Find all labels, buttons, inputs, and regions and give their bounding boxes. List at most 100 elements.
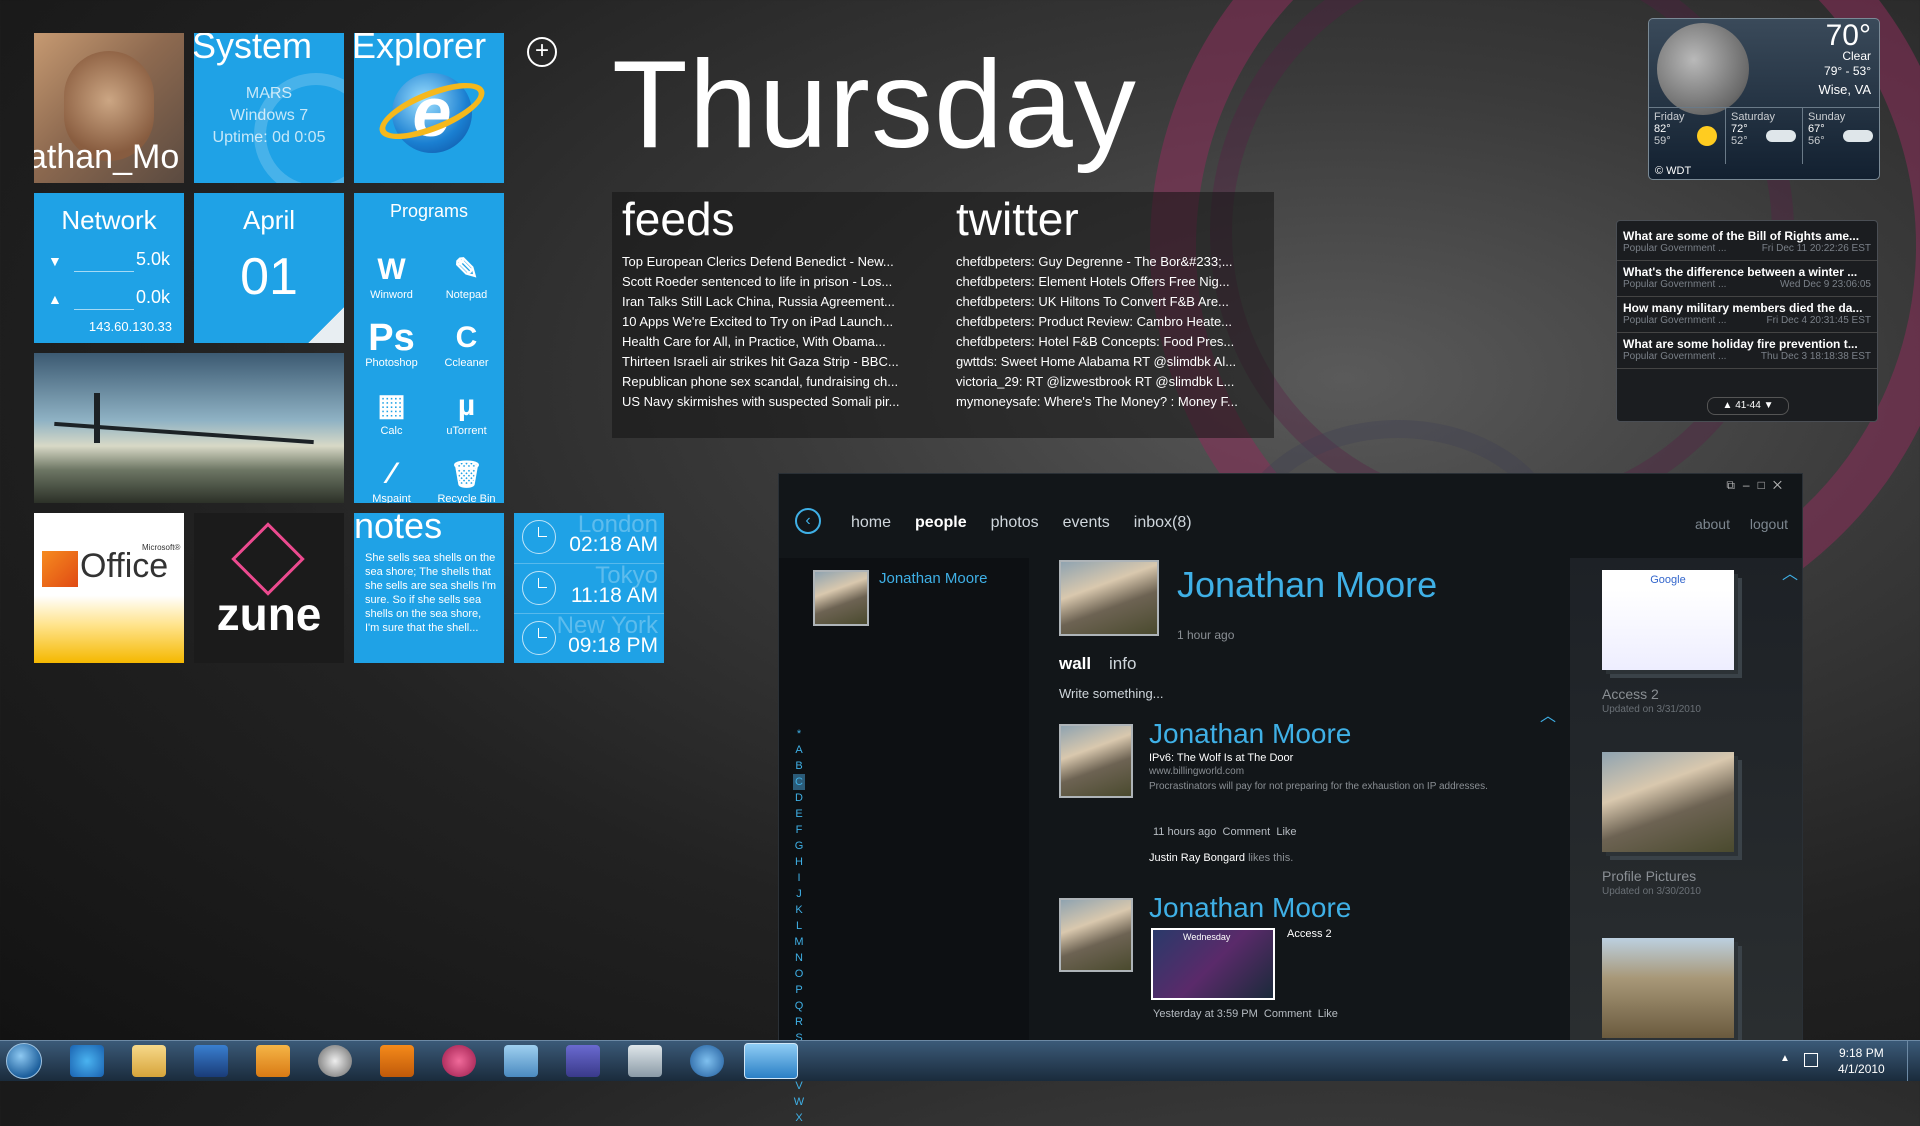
post-attachment-thumb[interactable]: Wednesday xyxy=(1151,928,1275,1000)
album-thumb[interactable] xyxy=(1602,938,1734,1038)
wallpaper-bridge-tile[interactable] xyxy=(34,353,344,503)
start-button[interactable] xyxy=(6,1043,42,1079)
tweet-item[interactable]: mymoneysafe: Where's The Money? : Money … xyxy=(956,392,1264,412)
post-meta: Yesterday at 3:59 PM Comment Like xyxy=(1153,1008,1338,1020)
close-icon[interactable]: ✕ xyxy=(1773,478,1790,492)
scroll-up-icon[interactable]: ︿ xyxy=(1782,560,1798,584)
tweet-item[interactable]: victoria_29: RT @lizwestbrook RT @slimdb… xyxy=(956,372,1264,392)
media-player-icon[interactable] xyxy=(380,1045,414,1077)
infinity-app-icon[interactable] xyxy=(566,1045,600,1077)
minimize-icon[interactable]: – xyxy=(1743,478,1758,492)
show-desktop-button[interactable] xyxy=(1907,1041,1920,1081)
about-link[interactable]: about xyxy=(1695,516,1730,532)
program-winword[interactable]: W Winword xyxy=(354,235,429,301)
photo-viewer-icon[interactable] xyxy=(504,1045,538,1077)
tweet-item[interactable]: chefdbpeters: Element Hotels Offers Free… xyxy=(956,272,1264,292)
restore-icon[interactable]: ⧉ xyxy=(1726,478,1743,492)
show-hidden-icons-icon[interactable]: ▲ xyxy=(1780,1053,1790,1064)
tweet-item[interactable]: gwttds: Sweet Home Alabama RT @slimdbk A… xyxy=(956,352,1264,372)
feed-item[interactable]: Scott Roeder sentenced to life in prison… xyxy=(622,272,932,292)
feed-item[interactable]: Top European Clerics Defend Benedict - N… xyxy=(622,252,932,272)
nav-people[interactable]: people xyxy=(915,514,967,532)
maximize-icon[interactable]: □ xyxy=(1758,478,1773,492)
tweet-item[interactable]: chefdbpeters: UK Hiltons To Convert F&B … xyxy=(956,292,1264,312)
tray-clock[interactable]: 9:18 PM 4/1/2010 xyxy=(1838,1045,1885,1077)
network-title: Network xyxy=(61,205,157,235)
rss-item[interactable]: What's the difference between a winter .… xyxy=(1617,261,1877,297)
friend-name[interactable]: Jonathan Moore xyxy=(879,570,987,587)
like-link[interactable]: Like xyxy=(1276,826,1296,838)
profile-avatar xyxy=(1059,560,1159,636)
explorer-title: Explorer xyxy=(354,33,487,66)
outlook-icon[interactable] xyxy=(256,1045,290,1077)
comment-link[interactable]: Comment xyxy=(1223,826,1271,838)
windows-icon[interactable] xyxy=(690,1045,724,1077)
page-curl-icon xyxy=(308,307,344,343)
next-arrow-icon[interactable]: ▼ xyxy=(1764,400,1774,411)
feed-item[interactable]: 10 Apps We're Excited to Try on iPad Lau… xyxy=(622,312,932,332)
world-clock-tile[interactable]: London 02:18 AM Tokyo 11:18 AM New York … xyxy=(514,513,664,663)
album-thumb[interactable]: Google xyxy=(1602,570,1734,670)
explorer-tile[interactable]: Explorer e xyxy=(354,33,504,183)
nav-home[interactable]: home xyxy=(851,514,891,532)
rss-item[interactable]: What are some of the Bill of Rights ame.… xyxy=(1617,225,1877,261)
post-caption[interactable]: Access 2 xyxy=(1287,928,1332,940)
active-window-icon[interactable] xyxy=(744,1043,798,1079)
feed-item[interactable]: Iran Talks Still Lack China, Russia Agre… xyxy=(622,292,932,312)
folder-icon[interactable] xyxy=(132,1045,166,1077)
zune-tile[interactable]: zune xyxy=(194,513,344,663)
prev-arrow-icon[interactable]: ▲ xyxy=(1723,400,1733,411)
tweet-item[interactable]: chefdbpeters: Hotel F&B Concepts: Food P… xyxy=(956,332,1264,352)
zune-brand: zune xyxy=(216,588,322,640)
messenger-icon[interactable] xyxy=(318,1045,352,1077)
nav-events[interactable]: events xyxy=(1063,514,1110,532)
profile-name: Jonathan Moore xyxy=(1177,564,1438,605)
program-calc[interactable]: ▦ Calc xyxy=(354,371,429,437)
feed-item[interactable]: Republican phone sex scandal, fundraisin… xyxy=(622,372,932,392)
forecast-row: Friday 82° 59° Saturday 72° 52° Sunday 6… xyxy=(1649,107,1879,164)
task-manager-icon[interactable] xyxy=(628,1045,662,1077)
tab-wall[interactable]: wall xyxy=(1059,654,1091,674)
post-author[interactable]: Jonathan Moore xyxy=(1149,892,1351,924)
user-tile[interactable]: athan_Mo xyxy=(34,33,184,183)
feed-item[interactable]: Thirteen Israeli air strikes hit Gaza St… xyxy=(622,352,932,372)
system-tile[interactable]: System MARS Windows 7 Uptime: 0d 0:05 xyxy=(194,33,344,183)
feed-item[interactable]: Health Care for All, in Practice, With O… xyxy=(622,332,932,352)
date-tile[interactable]: April 01 xyxy=(194,193,344,343)
ie-icon[interactable] xyxy=(70,1045,104,1077)
powershell-icon[interactable] xyxy=(194,1045,228,1077)
program-recycle-bin[interactable]: 🗑 Recycle Bin xyxy=(429,439,504,503)
program-utorrent[interactable]: µ uTorrent xyxy=(429,371,504,437)
nav-inbox[interactable]: inbox(8) xyxy=(1134,514,1192,532)
rss-item[interactable]: How many military members died the da...… xyxy=(1617,297,1877,333)
album-thumb[interactable] xyxy=(1602,752,1734,852)
like-link[interactable]: Like xyxy=(1318,1008,1338,1020)
weather-gadget[interactable]: 70° Clear 79° - 53° Wise, VA Friday 82° … xyxy=(1648,18,1880,180)
star-app-icon[interactable] xyxy=(442,1045,476,1077)
network-tile[interactable]: Network ▼ 5.0k ▲ 0.0k 143.60.130.33 xyxy=(34,193,184,343)
tab-info[interactable]: info xyxy=(1109,654,1136,674)
add-tile-button[interactable]: + xyxy=(527,37,557,67)
scroll-up-icon[interactable]: ︿ xyxy=(1540,702,1556,726)
tweet-item[interactable]: chefdbpeters: Product Review: Cambro Hea… xyxy=(956,312,1264,332)
write-something-input[interactable]: Write something... xyxy=(1059,686,1164,701)
network-tray-icon[interactable] xyxy=(1804,1053,1818,1067)
logout-link[interactable]: logout xyxy=(1750,516,1788,532)
program-mspaint[interactable]: ⁄ Mspaint xyxy=(354,439,429,503)
back-button[interactable]: ‹ xyxy=(795,508,821,534)
program-photoshop[interactable]: Ps Photoshop xyxy=(354,303,429,369)
album-title[interactable]: Access 2 xyxy=(1602,686,1659,702)
program-notepad[interactable]: ✎ Notepad xyxy=(429,235,504,301)
program-ccleaner[interactable]: C Ccleaner xyxy=(429,303,504,369)
tweet-item[interactable]: chefdbpeters: Guy Degrenne - The Bor&#23… xyxy=(956,252,1264,272)
comment-link[interactable]: Comment xyxy=(1264,1008,1312,1020)
album-title[interactable]: Profile Pictures xyxy=(1602,868,1696,884)
notes-tile[interactable]: notes She sells sea shells on the sea sh… xyxy=(354,513,504,663)
post-author[interactable]: Jonathan Moore xyxy=(1149,718,1351,750)
rss-item[interactable]: What are some holiday fire prevention t.… xyxy=(1617,333,1877,369)
feeds-title: feeds xyxy=(622,193,735,245)
nav-photos[interactable]: photos xyxy=(991,514,1039,532)
office-tile[interactable]: Microsoft® Office xyxy=(34,513,184,663)
post-link-title[interactable]: IPv6: The Wolf Is at The Door xyxy=(1149,752,1293,764)
feed-item[interactable]: US Navy skirmishes with suspected Somali… xyxy=(622,392,932,412)
